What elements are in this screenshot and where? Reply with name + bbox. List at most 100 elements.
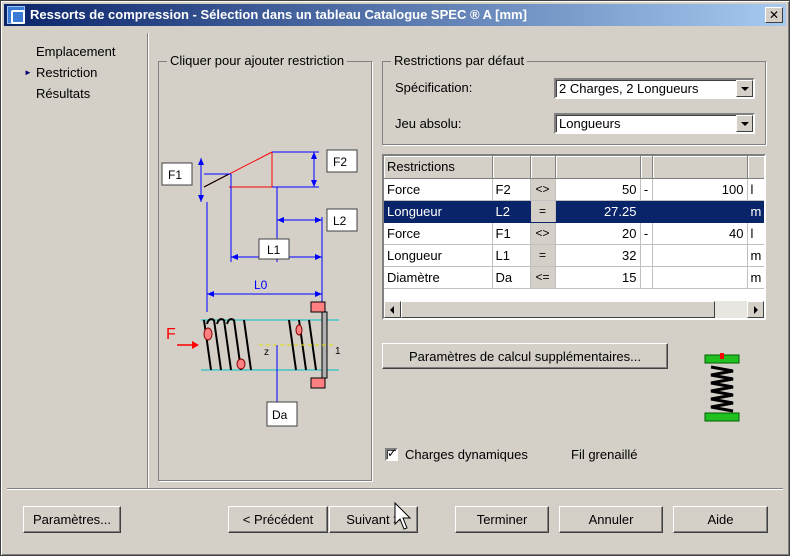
dim-label-f2[interactable]: F2 [326,149,358,173]
additional-calc-params-button[interactable]: Paramètres de calcul supplémentaires... [382,343,668,369]
row-value-max[interactable]: 40 [652,222,748,245]
row-value-min[interactable]: 50 [555,178,641,201]
row-value-max[interactable] [652,200,748,223]
step-label: Résultats [36,86,91,101]
row-value-min[interactable]: 15 [555,266,641,289]
mouse-cursor-icon [394,502,412,530]
dialog-window: Ressorts de compression - Sélection dans… [0,0,790,556]
dynamic-loads-checkbox[interactable] [385,446,398,461]
dim-label-l0[interactable]: L0 [254,278,268,292]
row-unit: l [747,178,764,201]
row-operator-button[interactable]: = [530,200,556,223]
table-row[interactable]: Longueur L1 = 32 m [384,244,764,267]
row-symbol: Da [492,266,531,289]
label-text: Da [272,408,288,422]
row-symbol: L2 [492,200,531,223]
dim-label-l2[interactable]: L2 [326,208,358,232]
specification-combo[interactable]: 2 Charges, 2 Longueurs [554,78,755,99]
label-text: F2 [333,155,347,169]
row-operator-button[interactable]: <= [530,266,556,289]
row-name: Longueur [384,200,493,223]
step-restriction[interactable]: ► Restriction [16,62,141,83]
grid-header-restrictions[interactable]: Restrictions [384,156,493,179]
table-row[interactable]: Force F2 <> 50-100 l [384,178,764,201]
dim-label-da[interactable]: Da [266,401,298,427]
grid-header-cell[interactable] [640,156,653,179]
table-row-selected[interactable]: Longueur L2 = 27.25 m [384,200,764,223]
chevron-down-icon[interactable] [736,80,753,97]
table-row[interactable]: Diamètre Da <= 15 m [384,266,764,289]
default-restrictions-group: Restrictions par défaut Spécification: 2… [382,53,766,145]
step-emplacement[interactable]: Emplacement [16,41,141,62]
row-operator-button[interactable]: = [530,244,556,267]
row-unit: m [747,266,764,289]
row-value-min[interactable]: 32 [555,244,641,267]
row-range-dash: - [640,178,653,201]
row-name: Longueur [384,244,493,267]
row-symbol: F2 [492,178,531,201]
row-unit: m [747,244,764,267]
horizontal-scrollbar[interactable] [384,301,764,318]
row-name: Force [384,178,493,201]
row-operator-button[interactable]: <> [530,178,556,201]
diagram-panel: Cliquer pour ajouter restriction F z 1 F… [158,53,372,481]
grid-header-row: Restrictions [384,156,764,179]
grid-header-cell[interactable] [492,156,531,179]
spring-axis-z-label: z [264,347,269,358]
app-icon [7,6,25,24]
window-title: Ressorts de compression - Sélection dans… [30,7,527,22]
grid-header-cell[interactable] [530,156,556,179]
row-name: Diamètre [384,266,493,289]
current-step-arrow-icon: ► [24,68,32,77]
vertical-divider [147,33,149,489]
cancel-button[interactable]: Annuler [559,506,663,533]
close-button[interactable]: ✕ [765,7,783,23]
table-row[interactable]: Force F1 <> 20-40 l [384,222,764,245]
default-restrictions-title: Restrictions par défaut [391,53,528,69]
row-value-max[interactable] [652,266,748,289]
specification-label: Spécification: [395,80,473,95]
row-name: Force [384,222,493,245]
row-value-max[interactable] [652,244,748,267]
scroll-right-icon[interactable] [747,301,764,318]
row-unit: m [747,200,764,223]
row-value-min[interactable]: 20 [555,222,641,245]
step-resultats[interactable]: Résultats [16,83,141,104]
jeu-absolu-value: Longueurs [559,116,621,131]
force-arrow-label: F [166,326,176,343]
row-range-dash: - [640,222,653,245]
dynamic-loads-label[interactable]: Charges dynamiques [405,447,528,462]
row-value-max[interactable]: 100 [652,178,748,201]
row-operator-button[interactable]: <> [530,222,556,245]
grid-header-cell[interactable] [747,156,764,179]
parameters-button[interactable]: Paramètres... [23,506,121,533]
row-range-dash [640,200,653,223]
dim-label-f1[interactable]: F1 [161,162,193,186]
dim-label-l1[interactable]: L1 [258,238,290,260]
chevron-down-icon[interactable] [736,115,753,132]
title-bar[interactable]: Ressorts de compression - Sélection dans… [4,4,786,26]
label-text: L1 [267,243,281,257]
previous-button[interactable]: < Précédent [228,506,328,533]
restrictions-grid[interactable]: Restrictions Force F2 <> 50-100 l Longueur L2… [382,154,766,320]
jeu-absolu-combo[interactable]: Longueurs [554,113,755,134]
row-range-dash [640,266,653,289]
row-range-dash [640,244,653,267]
finish-button[interactable]: Terminer [455,506,549,533]
spring-diagram[interactable]: F z 1 F1 F2 L2 L1 L0 Da [159,62,371,480]
footer-divider [7,488,783,490]
scroll-left-icon[interactable] [384,301,401,318]
help-button[interactable]: Aide [673,506,768,533]
label-text: F1 [168,168,182,182]
grid-header-cell[interactable] [555,156,641,179]
row-value-min[interactable]: 27.25 [555,200,641,223]
step-label: Restriction [36,65,98,80]
grid-header-cell[interactable] [652,156,748,179]
row-unit: l [747,222,764,245]
jeu-absolu-label: Jeu absolu: [395,116,462,131]
specification-value: 2 Charges, 2 Longueurs [559,81,699,96]
scroll-thumb[interactable] [401,301,715,318]
spring-end-label: 1 [335,346,341,357]
spring-preview-icon [704,353,740,422]
wizard-steps: Emplacement ► Restriction Résultats [16,41,141,104]
